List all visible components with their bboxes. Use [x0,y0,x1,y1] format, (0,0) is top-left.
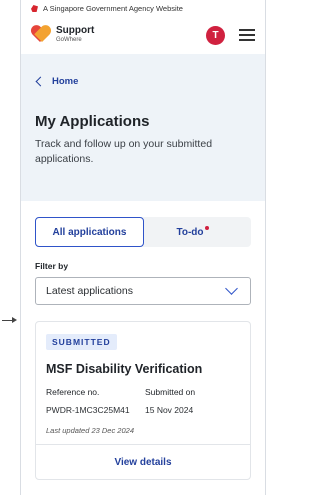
main-content: All applications To-do Filter by Latest … [21,201,265,480]
brand-name: Support [56,25,95,36]
pointer-arrow-icon [2,317,17,323]
application-card: SUBMITTED MSF Disability Verification Re… [35,321,251,480]
gov-banner: A Singapore Government Agency Website [21,0,265,16]
view-details-button[interactable]: View details [36,444,250,479]
filter-label: Filter by [35,261,69,271]
heart-logo-icon [31,26,51,44]
tab-to-do-label: To-do [176,226,204,238]
brand-logo[interactable]: Support GoWhere [31,26,94,44]
last-updated: Last updated 23 Dec 2024 [46,426,134,435]
reference-label: Reference no. [46,387,100,397]
submitted-label: Submitted on [145,387,196,397]
chevron-down-icon [225,282,238,295]
site-header: Support GoWhere T [21,16,265,54]
brand-subname: GoWhere [56,37,82,43]
page-subtitle: Track and follow up on your submitted ap… [35,138,213,165]
hamburger-menu-icon[interactable] [239,29,255,41]
tab-to-do[interactable]: To-do [144,226,241,238]
filter-select[interactable]: Latest applications [35,277,251,305]
reference-value: PWDR-1MC3C25M41 [46,405,130,415]
tab-all-applications[interactable]: All applications [35,217,144,247]
filter-selected-value: Latest applications [46,285,133,297]
chevron-left-icon [35,76,46,87]
singapore-lion-icon [31,4,39,12]
notification-dot-icon [204,226,209,230]
gov-banner-text: A Singapore Government Agency Website [43,3,183,13]
breadcrumb-home-link[interactable]: Home [35,76,251,87]
page-hero: Home My Applications Track and follow up… [21,54,265,201]
submitted-value: 15 Nov 2024 [145,405,194,415]
user-avatar[interactable]: T [206,25,225,45]
mobile-viewport: A Singapore Government Agency Website Su… [20,0,266,495]
page-title: My Applications [35,113,150,130]
status-badge: SUBMITTED [46,334,117,350]
application-title: MSF Disability Verification [46,362,203,376]
application-tabs: All applications To-do [35,217,251,247]
breadcrumb-home-label: Home [52,76,79,87]
